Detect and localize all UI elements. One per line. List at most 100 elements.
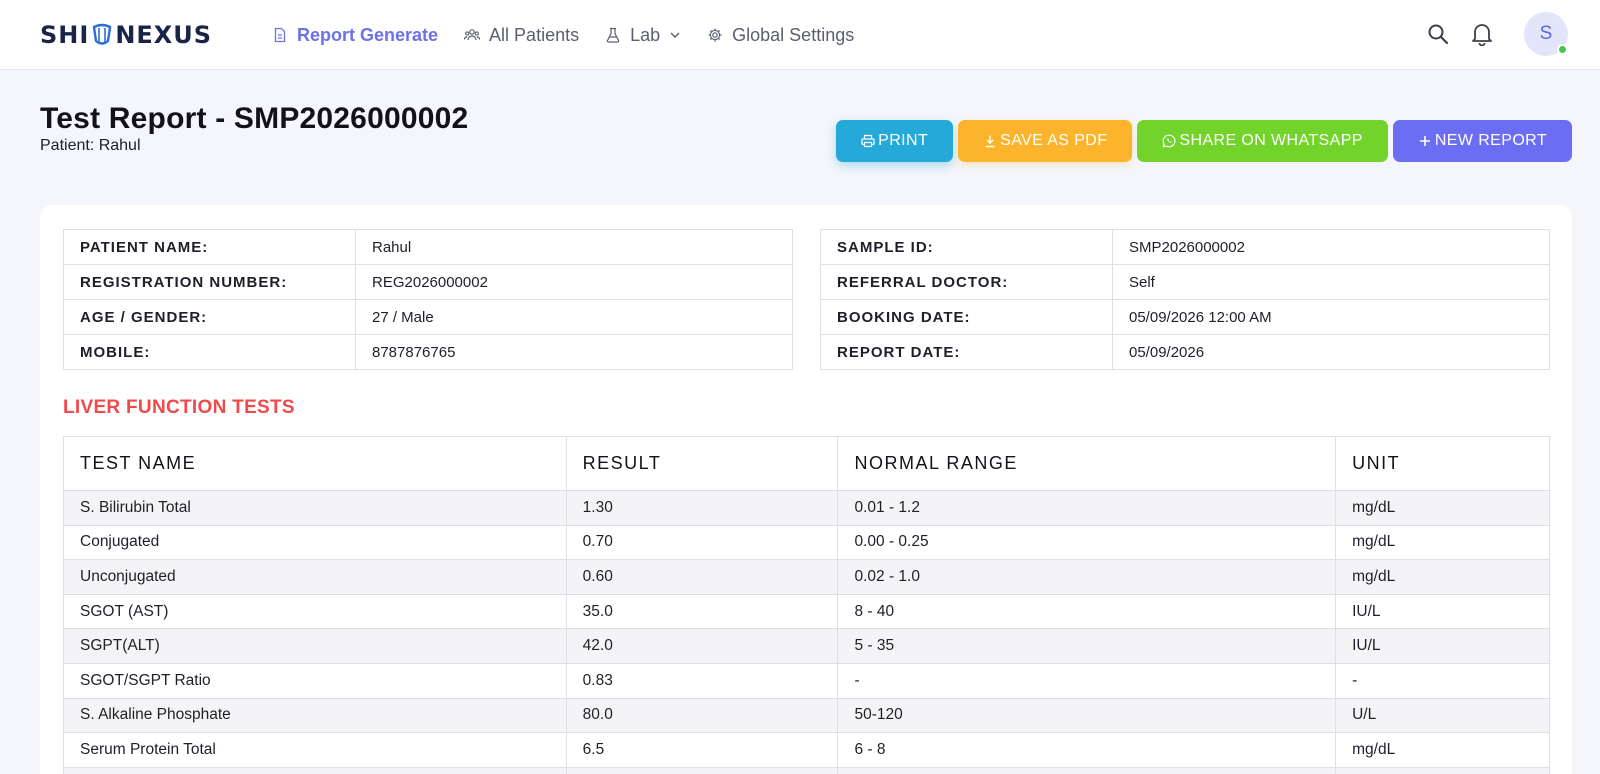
flask-icon [606,27,620,43]
brand-name-right: NEXUS [115,21,213,49]
result-cell: 0.70 [565,524,839,561]
normal-range-cell: 0.02 - 1.0 [837,559,1337,595]
sample-info-table: SAMPLE ID: SMP2026000002 REFERRAL DOCTOR… [820,229,1550,370]
test-name-cell: SGPT(ALT) [63,628,567,664]
nav-lab[interactable]: Lab [605,22,681,48]
top-right-tools: S [1424,12,1568,56]
table-row: Unconjugated 0.60 0.02 - 1.0 mg/dL [63,559,1550,595]
share-whatsapp-button[interactable]: SHARE ON WHATSAPP [1137,120,1388,162]
info-value: 27 / Male [355,299,793,335]
normal-range-cell: 5 - 35 [837,628,1337,664]
info-value: Self [1112,264,1550,300]
result-cell: 0.83 [565,662,839,699]
new-report-label: NEW REPORT [1434,132,1547,149]
unit-cell: mg/dL [1335,732,1550,768]
notifications-button[interactable] [1468,20,1496,48]
info-value: REG2026000002 [355,264,793,300]
plus-icon [1419,136,1430,146]
table-row: MOBILE: 8787876765 [63,334,793,370]
normal-range-cell: 0.00 - 0.25 [837,524,1337,561]
report-actions: PRINT SAVE AS PDF SHARE ON WHATSAPP NEW … [831,120,1572,162]
new-report-button[interactable]: NEW REPORT [1392,120,1572,162]
unit-cell: mg/dL [1335,559,1550,595]
bell-icon [1472,24,1492,46]
test-name-cell: S. Bilirubin Total [63,490,567,526]
test-name-cell: Unconjugated [63,559,567,595]
test-name-cell: Conjugated [63,524,567,561]
save-pdf-label: SAVE AS PDF [1000,132,1108,149]
section-title: LIVER FUNCTION TESTS [63,397,295,418]
table-row: SGOT (AST) 35.0 8 - 40 IU/L [63,593,1550,630]
table-row: REFERRAL DOCTOR: Self [820,264,1550,300]
search-button[interactable] [1424,20,1452,48]
info-label: PATIENT NAME: [63,229,356,265]
result-cell: 0.60 [565,559,839,595]
result-cell: 1.30 [565,490,839,526]
info-label: REFERRAL DOCTOR: [820,264,1113,300]
search-icon [1428,24,1449,45]
table-row: PATIENT NAME: Rahul [63,229,793,265]
unit-cell: - [1335,662,1550,699]
normal-range-cell: 6 - 8 [837,732,1337,768]
table-row: BOOKING DATE: 05/09/2026 12:00 AM [820,299,1550,335]
unit-cell: mg/dL [1335,524,1550,561]
info-label: REPORT DATE: [820,334,1113,370]
gear-icon [708,28,722,42]
table-row: S. Bilirubin Total 1.30 0.01 - 1.2 mg/dL [63,490,1550,526]
results-table: TEST NAME RESULT NORMAL RANGE UNIT S. Bi… [63,436,1550,774]
column-header: RESULT [565,436,839,491]
users-icon [464,29,481,41]
unit-cell: IU/L [1335,593,1550,630]
top-navbar: SHI NEXUS Report Generate All Patients L… [0,0,1600,70]
table-row: SGPT(ALT) 42.0 5 - 35 IU/L [63,628,1550,664]
column-header: UNIT [1335,436,1550,491]
patient-subtitle: Patient: Rahul [40,137,141,154]
column-header: TEST NAME [63,436,567,491]
normal-range-cell: - [837,662,1337,699]
test-name-cell: Serum Protein Total [63,732,567,768]
table-row: S. Alkaline Phosphate 80.0 50-120 U/L [63,697,1550,734]
test-name-cell: SGOT (AST) [63,593,567,630]
table-row: AGE / GENDER: 27 / Male [63,299,793,335]
save-as-pdf-button[interactable]: SAVE AS PDF [958,120,1133,162]
normal-range-cell: 0.01 - 1.2 [837,490,1337,526]
info-label: MOBILE: [63,334,356,370]
report-card: PATIENT NAME: Rahul REGISTRATION NUMBER:… [40,205,1572,774]
brand-mark-icon [93,23,112,45]
nav-label: Lab [630,24,661,45]
test-name-cell: S. Alkaline Phosphate [63,697,567,734]
column-header: NORMAL RANGE [837,436,1337,491]
nav-label: All Patients [489,24,580,45]
nav-report-generate[interactable]: Report Generate [272,22,438,48]
info-value: 8787876765 [355,334,793,370]
main-nav: Report Generate All Patients Lab Global … [272,22,880,48]
document-icon [274,27,286,43]
print-button[interactable]: PRINT [836,120,954,162]
info-label: AGE / GENDER: [63,299,356,335]
info-value: SMP2026000002 [1112,229,1550,265]
unit-cell: mg/dL [1335,490,1550,526]
nav-global-settings[interactable]: Global Settings [707,22,854,48]
results-header-row: TEST NAME RESULT NORMAL RANGE UNIT [63,436,1550,491]
chevron-down-icon [670,32,680,38]
info-label: SAMPLE ID: [820,229,1113,265]
whatsapp-icon [1162,134,1176,148]
brand-name-left: SHI [40,21,90,49]
patient-info-table: PATIENT NAME: Rahul REGISTRATION NUMBER:… [63,229,793,370]
table-row [63,766,1550,774]
table-row: SAMPLE ID: SMP2026000002 [820,229,1550,265]
test-name-cell: SGOT/SGPT Ratio [63,662,567,699]
nav-label: Report Generate [297,24,439,45]
printer-icon [861,134,875,148]
info-value: 05/09/2026 12:00 AM [1112,299,1550,335]
user-avatar[interactable]: S [1524,12,1568,56]
info-label: REGISTRATION NUMBER: [63,264,356,300]
table-row: Conjugated 0.70 0.00 - 0.25 mg/dL [63,524,1550,561]
page-title: Test Report - SMP2026000002 [40,102,469,135]
unit-cell: U/L [1335,697,1550,734]
result-cell: 6.5 [565,732,839,768]
result-cell: 35.0 [565,593,839,630]
brand-logo[interactable]: SHI NEXUS [40,21,212,49]
nav-all-patients[interactable]: All Patients [464,22,579,48]
result-cell: 42.0 [565,628,839,664]
